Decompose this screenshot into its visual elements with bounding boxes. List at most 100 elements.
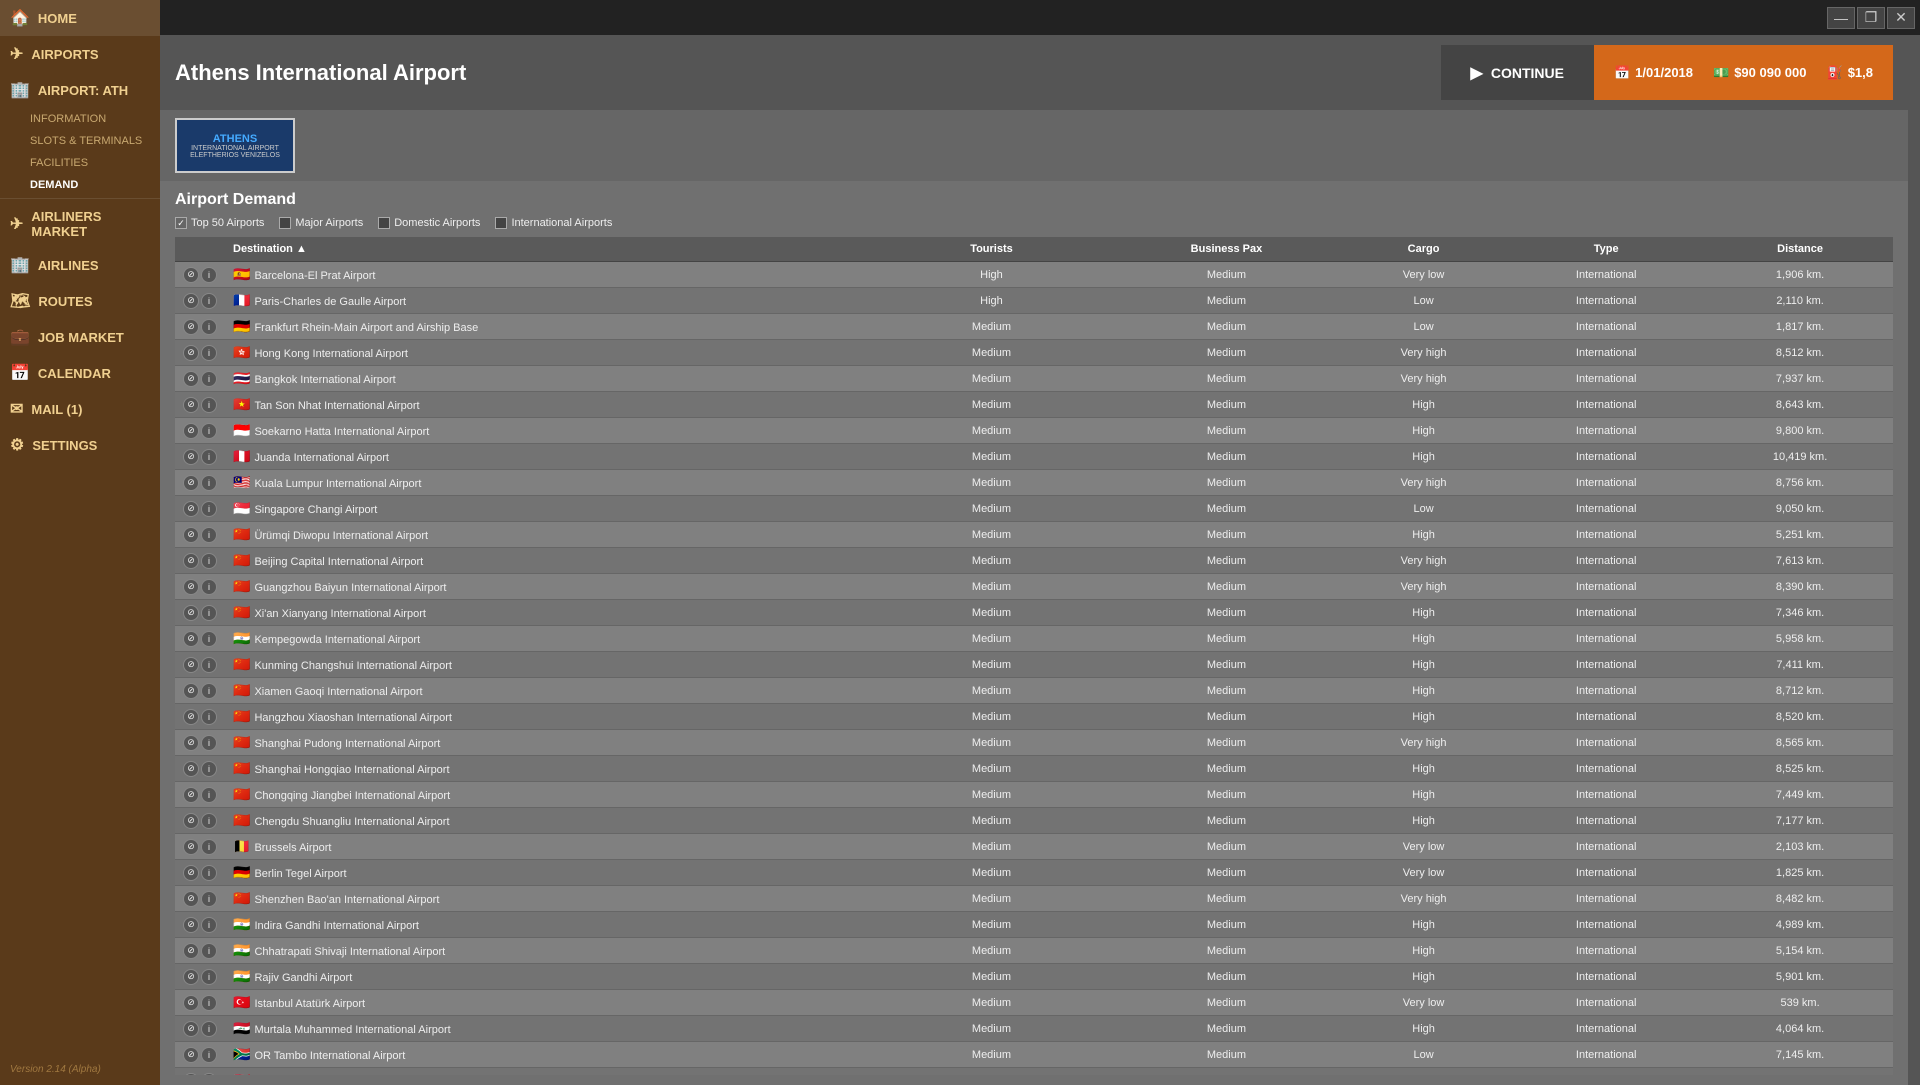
info-icon[interactable]: i bbox=[201, 891, 217, 907]
restore-button[interactable]: ❐ bbox=[1857, 7, 1885, 29]
info-icon[interactable]: i bbox=[201, 917, 217, 933]
block-icon[interactable]: ⊘ bbox=[183, 293, 199, 309]
filter-domestic[interactable]: Domestic Airports bbox=[378, 217, 480, 229]
block-icon[interactable]: ⊘ bbox=[183, 631, 199, 647]
sidebar-sub-slots[interactable]: SLOTS & TERMINALS bbox=[0, 130, 160, 152]
block-icon[interactable]: ⊘ bbox=[183, 735, 199, 751]
block-icon[interactable]: ⊘ bbox=[183, 657, 199, 673]
col-tourists[interactable]: Tourists bbox=[914, 237, 1069, 262]
page-scrollbar[interactable] bbox=[1908, 0, 1920, 1085]
block-icon[interactable]: ⊘ bbox=[183, 553, 199, 569]
block-icon[interactable]: ⊘ bbox=[183, 917, 199, 933]
col-business[interactable]: Business Pax bbox=[1111, 237, 1342, 262]
info-icon[interactable]: i bbox=[201, 423, 217, 439]
sidebar-sub-demand[interactable]: DEMAND bbox=[0, 174, 160, 196]
info-icon[interactable]: i bbox=[201, 475, 217, 491]
table-row[interactable]: ⊘i🇹🇷Istanbul Atatürk AirportMediumMedium… bbox=[175, 990, 1893, 1016]
close-button[interactable]: ✕ bbox=[1887, 7, 1908, 29]
table-row[interactable]: ⊘i🇹🇭Bangkok International AirportMediumM… bbox=[175, 366, 1893, 392]
block-icon[interactable]: ⊘ bbox=[183, 527, 199, 543]
filter-top50[interactable]: Top 50 Airports bbox=[175, 217, 264, 229]
col-destination[interactable]: Destination ▲ bbox=[225, 237, 914, 262]
info-icon[interactable]: i bbox=[201, 579, 217, 595]
table-row[interactable]: ⊘i🇪🇸Barcelona-El Prat AirportHighMediumV… bbox=[175, 262, 1893, 288]
table-row[interactable]: ⊘i🇨🇳Chongqing Jiangbei International Air… bbox=[175, 782, 1893, 808]
filter-domestic-checkbox[interactable] bbox=[378, 217, 390, 229]
info-icon[interactable]: i bbox=[201, 969, 217, 985]
block-icon[interactable]: ⊘ bbox=[183, 865, 199, 881]
table-row[interactable]: ⊘i🇨🇳Shenzhen Bao'an International Airpor… bbox=[175, 886, 1893, 912]
block-icon[interactable]: ⊘ bbox=[183, 501, 199, 517]
table-row[interactable]: ⊘i🇸🇬Singapore Changi AirportMediumMedium… bbox=[175, 496, 1893, 522]
col-type[interactable]: Type bbox=[1505, 237, 1707, 262]
table-row[interactable]: ⊘i🇮🇳Kempegowda International AirportMedi… bbox=[175, 626, 1893, 652]
sidebar-item-airport-ath[interactable]: 🏢 AIRPORT: ATH bbox=[0, 72, 160, 108]
sidebar-sub-information[interactable]: INFORMATION bbox=[0, 108, 160, 130]
table-row[interactable]: ⊘i🇭🇰Hong Kong International AirportMediu… bbox=[175, 340, 1893, 366]
table-row[interactable]: ⊘i🇵🇪Juanda International AirportMediumMe… bbox=[175, 444, 1893, 470]
sidebar-sub-facilities[interactable]: FACILITIES bbox=[0, 152, 160, 174]
filter-international[interactable]: International Airports bbox=[495, 217, 612, 229]
info-icon[interactable]: i bbox=[201, 683, 217, 699]
block-icon[interactable]: ⊘ bbox=[183, 1073, 199, 1076]
sidebar-item-job-market[interactable]: 💼 JOB MARKET bbox=[0, 319, 160, 355]
table-row[interactable]: ⊘i🇲🇾Kuala Lumpur International AirportMe… bbox=[175, 470, 1893, 496]
sidebar-item-settings[interactable]: ⚙ SETTINGS bbox=[0, 427, 160, 463]
block-icon[interactable]: ⊘ bbox=[183, 813, 199, 829]
table-row[interactable]: ⊘i🇮🇳Indira Gandhi International AirportM… bbox=[175, 912, 1893, 938]
filter-major[interactable]: Major Airports bbox=[279, 217, 363, 229]
info-icon[interactable]: i bbox=[201, 605, 217, 621]
table-row[interactable]: ⊘i🇧🇪Brussels AirportMediumMediumVery low… bbox=[175, 834, 1893, 860]
info-icon[interactable]: i bbox=[201, 657, 217, 673]
block-icon[interactable]: ⊘ bbox=[183, 891, 199, 907]
filter-major-checkbox[interactable] bbox=[279, 217, 291, 229]
table-row[interactable]: ⊘i🇨🇳Xi'an Xianyang International Airport… bbox=[175, 600, 1893, 626]
filter-top50-checkbox[interactable] bbox=[175, 217, 187, 229]
info-icon[interactable]: i bbox=[201, 371, 217, 387]
block-icon[interactable]: ⊘ bbox=[183, 397, 199, 413]
block-icon[interactable]: ⊘ bbox=[183, 943, 199, 959]
info-icon[interactable]: i bbox=[201, 787, 217, 803]
info-icon[interactable]: i bbox=[201, 449, 217, 465]
block-icon[interactable]: ⊘ bbox=[183, 1047, 199, 1063]
col-cargo[interactable]: Cargo bbox=[1342, 237, 1505, 262]
table-row[interactable]: ⊘i🇩🇪Frankfurt Rhein-Main Airport and Air… bbox=[175, 314, 1893, 340]
info-icon[interactable]: i bbox=[201, 1073, 217, 1076]
table-row[interactable]: ⊘i🇨🇳Chengdu Shuangliu International Airp… bbox=[175, 808, 1893, 834]
info-icon[interactable]: i bbox=[201, 761, 217, 777]
airports-table-container[interactable]: Destination ▲ Tourists Business Pax Carg… bbox=[175, 237, 1893, 1075]
sidebar-item-airports[interactable]: ✈ AIRPORTS bbox=[0, 36, 160, 72]
table-row[interactable]: ⊘i🇨🇳Hangzhou Xiaoshan International Airp… bbox=[175, 704, 1893, 730]
table-row[interactable]: ⊘i🇨🇳Xiamen Gaoqi International AirportMe… bbox=[175, 678, 1893, 704]
table-row[interactable]: ⊘i🇨🇳Kunming Changshui International Airp… bbox=[175, 652, 1893, 678]
table-row[interactable]: ⊘i🇮🇳Chhatrapati Shivaji International Ai… bbox=[175, 938, 1893, 964]
table-row[interactable]: ⊘i🇮🇶Murtala Muhammed International Airpo… bbox=[175, 1016, 1893, 1042]
info-icon[interactable]: i bbox=[201, 631, 217, 647]
info-icon[interactable]: i bbox=[201, 709, 217, 725]
block-icon[interactable]: ⊘ bbox=[183, 449, 199, 465]
info-icon[interactable]: i bbox=[201, 345, 217, 361]
info-icon[interactable]: i bbox=[201, 527, 217, 543]
filter-international-checkbox[interactable] bbox=[495, 217, 507, 229]
block-icon[interactable]: ⊘ bbox=[183, 709, 199, 725]
info-icon[interactable]: i bbox=[201, 319, 217, 335]
info-icon[interactable]: i bbox=[201, 839, 217, 855]
info-icon[interactable]: i bbox=[201, 735, 217, 751]
table-row[interactable]: ⊘i🇨🇳Shanghai Pudong International Airpor… bbox=[175, 730, 1893, 756]
info-icon[interactable]: i bbox=[201, 995, 217, 1011]
block-icon[interactable]: ⊘ bbox=[183, 605, 199, 621]
block-icon[interactable]: ⊘ bbox=[183, 267, 199, 283]
block-icon[interactable]: ⊘ bbox=[183, 787, 199, 803]
table-row[interactable]: ⊘i🇻🇳Tan Son Nhat International AirportMe… bbox=[175, 392, 1893, 418]
sidebar-item-home[interactable]: 🏠 HOME bbox=[0, 0, 160, 36]
block-icon[interactable]: ⊘ bbox=[183, 345, 199, 361]
sidebar-item-airliners[interactable]: ✈ AIRLINERS MARKET bbox=[0, 201, 160, 247]
minimize-button[interactable]: — bbox=[1827, 7, 1855, 29]
block-icon[interactable]: ⊘ bbox=[183, 319, 199, 335]
continue-button[interactable]: ▶ CONTINUE bbox=[1441, 45, 1594, 100]
table-row[interactable]: ⊘i🇨🇳Ürümqi Diwopu International AirportM… bbox=[175, 522, 1893, 548]
table-row[interactable]: ⊘i🇨🇳Guangzhou Baiyun International Airpo… bbox=[175, 574, 1893, 600]
block-icon[interactable]: ⊘ bbox=[183, 475, 199, 491]
table-row[interactable]: ⊘i🇿🇦OR Tambo International AirportMedium… bbox=[175, 1042, 1893, 1068]
block-icon[interactable]: ⊘ bbox=[183, 995, 199, 1011]
